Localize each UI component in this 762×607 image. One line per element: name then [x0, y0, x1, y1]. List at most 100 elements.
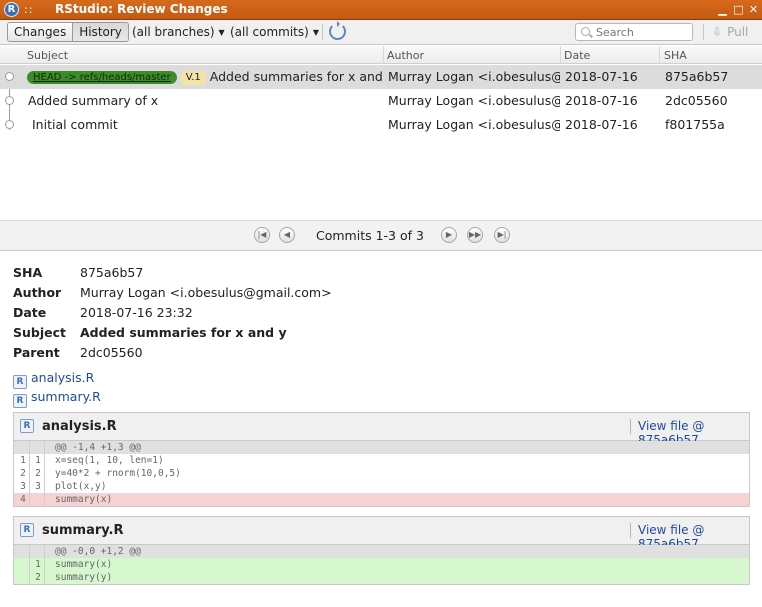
maximize-icon[interactable]: □	[731, 2, 746, 17]
commit-node-icon	[5, 72, 14, 81]
minimize-icon[interactable]: ▁	[715, 2, 730, 17]
gutter-divider	[29, 493, 30, 506]
parent-sha-link[interactable]: 2dc05560	[80, 345, 143, 360]
pull-label: Pull	[727, 25, 749, 39]
version-tag-badge: V.1	[180, 71, 206, 85]
last-page-icon[interactable]: ▶|	[494, 227, 510, 243]
detail-label: Date	[13, 305, 47, 320]
file-diff-header: R summary.R View file @ 875a6b57	[14, 517, 749, 551]
changed-file-name: analysis.R	[31, 370, 95, 385]
file-diff: R summary.R View file @ 875a6b57 @@ -0,0…	[13, 516, 750, 585]
commit-node-icon	[5, 120, 14, 129]
next-page-group-icon[interactable]: ▶▶	[467, 227, 483, 243]
toolbar-divider	[322, 24, 323, 40]
commit-sha: 2dc05560	[665, 93, 728, 108]
window-titlebar: R :: RStudio: Review Changes ▁ □ ✕	[0, 0, 762, 20]
detail-label: SHA	[13, 265, 43, 280]
diff-hunk-header: @@ -1,4 +1,3 @@	[14, 441, 749, 454]
commit-sha: 875a6b57	[665, 69, 729, 84]
diff-file-name: summary.R	[42, 523, 124, 538]
header-divider	[630, 523, 631, 538]
commit-date: 2018-07-16	[565, 93, 638, 108]
r-file-icon: R	[20, 419, 34, 433]
pager-label: Commits 1-3 of 3	[316, 228, 424, 243]
gutter-divider	[29, 558, 30, 571]
column-divider[interactable]	[560, 46, 561, 64]
gutter-divider	[29, 545, 30, 558]
changes-button[interactable]: Changes	[8, 23, 73, 41]
column-divider[interactable]	[383, 46, 384, 64]
detail-label: Author	[13, 285, 62, 300]
view-toggle: Changes History	[7, 22, 129, 42]
old-line-number: 3	[20, 481, 26, 492]
previous-page-icon[interactable]: ◀	[279, 227, 295, 243]
detail-value: 2018-07-16 23:32	[80, 305, 193, 320]
changed-file-link[interactable]: Rsummary.R	[13, 389, 101, 408]
gutter-divider	[44, 454, 45, 467]
gutter-divider	[29, 480, 30, 493]
detail-value: Added summaries for x and y	[80, 325, 287, 340]
gutter-divider	[44, 558, 45, 571]
changed-file-name: summary.R	[31, 389, 101, 404]
gutter-divider	[29, 467, 30, 480]
search-input[interactable]	[596, 24, 686, 40]
next-page-icon[interactable]: ▶	[441, 227, 457, 243]
diff-hunk-header: @@ -0,0 +1,2 @@	[14, 545, 749, 558]
chevron-down-icon: ▼	[218, 28, 225, 37]
refresh-icon[interactable]	[329, 21, 346, 40]
line-code: summary(x)	[55, 559, 113, 570]
commit-subject: HEAD -> refs/heads/master V.1 Added summa…	[27, 69, 383, 85]
r-file-icon: R	[13, 375, 27, 389]
changed-file-link[interactable]: Ranalysis.R	[13, 370, 94, 389]
history-button[interactable]: History	[72, 23, 128, 41]
new-line-number: 2	[35, 468, 41, 479]
search-icon	[581, 27, 590, 36]
pager: |◀ ◀ Commits 1-3 of 3 ▶ ▶▶ ▶|	[0, 220, 762, 251]
gutter-divider	[44, 493, 45, 506]
gutter-divider	[44, 441, 45, 454]
first-page-icon[interactable]: |◀	[254, 227, 270, 243]
column-header-sha[interactable]: SHA	[664, 49, 687, 62]
diff-line: 1 1 x=seq(1, 10, len=1)	[14, 454, 749, 467]
commit-row[interactable]: Initial commit Murray Logan <i.obesulus@…	[0, 113, 762, 137]
close-icon[interactable]: ✕	[746, 2, 761, 17]
diff-line-added: 1 summary(x)	[14, 558, 749, 571]
column-header-author[interactable]: Author	[387, 49, 424, 62]
commits-dropdown[interactable]: (all commits) ▼	[230, 25, 319, 39]
commit-row[interactable]: HEAD -> refs/heads/master V.1 Added summa…	[0, 65, 762, 89]
diff-line-deleted: 4 summary(x)	[14, 493, 749, 506]
column-header-subject[interactable]: Subject	[27, 49, 68, 62]
commit-list-header: Subject Author Date SHA	[0, 46, 762, 64]
detail-label: Subject	[13, 325, 66, 340]
commit-subject: Initial commit	[32, 117, 118, 132]
hunk-text: @@ -0,0 +1,2 @@	[55, 546, 141, 557]
diff-line: 3 3 plot(x,y)	[14, 480, 749, 493]
commit-subject-text: Added summaries for x and y	[209, 69, 383, 84]
rstudio-logo-icon: R	[4, 2, 19, 17]
column-divider[interactable]	[659, 46, 660, 64]
line-code: summary(y)	[55, 572, 113, 583]
new-line-number: 1	[35, 455, 41, 466]
detail-label: Parent	[13, 345, 60, 360]
detail-value: 875a6b57	[80, 265, 144, 280]
pull-button[interactable]: ⇩ Pull	[712, 25, 748, 39]
gutter-divider	[44, 480, 45, 493]
column-header-date[interactable]: Date	[564, 49, 590, 62]
commit-subject: Added summary of x	[28, 93, 159, 108]
commits-dropdown-label: (all commits)	[230, 25, 309, 39]
commit-author: Murray Logan <i.obesulus@gmail.com>	[388, 93, 560, 108]
search-box[interactable]	[575, 23, 693, 41]
gutter-divider	[44, 467, 45, 480]
branch-ref-badge: HEAD -> refs/heads/master	[27, 71, 177, 84]
old-line-number: 4	[20, 494, 26, 505]
commit-node-icon	[5, 96, 14, 105]
commit-author: Murray Logan <i.obesulus@gmail.com>	[388, 117, 560, 132]
old-line-number: 1	[20, 455, 26, 466]
drag-grip-icon[interactable]: ::	[24, 3, 33, 16]
line-code: y=40*2 + rnorm(10,0,5)	[55, 468, 181, 479]
diff-file-name: analysis.R	[42, 419, 117, 434]
r-file-icon: R	[20, 523, 34, 537]
r-file-icon: R	[13, 394, 27, 408]
commit-row[interactable]: Added summary of x Murray Logan <i.obesu…	[0, 89, 762, 113]
branches-dropdown[interactable]: (all branches) ▼	[132, 25, 225, 39]
